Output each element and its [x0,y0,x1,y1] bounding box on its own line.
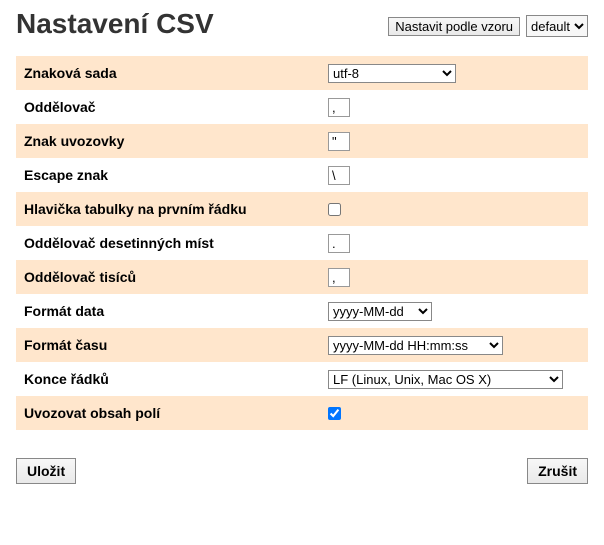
header-controls: Nastavit podle vzoru default [388,15,588,37]
cancel-button[interactable]: Zrušit [527,458,588,484]
save-button[interactable]: Uložit [16,458,76,484]
input-delimiter[interactable] [328,98,350,117]
row-charset: Znaková sada utf-8 [16,56,588,90]
row-line-endings: Konce řádků LF (Linux, Unix, Mac OS X) [16,362,588,396]
label-decimal: Oddělovač desetinných míst [24,235,328,251]
label-charset: Znaková sada [24,65,328,81]
row-delimiter: Oddělovač [16,90,588,124]
page-title: Nastavení CSV [16,8,388,40]
label-quote: Znak uvozovky [24,133,328,149]
template-button[interactable]: Nastavit podle vzoru [388,17,520,36]
label-thousands: Oddělovač tisíců [24,269,328,285]
footer: Uložit Zrušit [16,458,588,484]
row-thousands: Oddělovač tisíců [16,260,588,294]
input-quote[interactable] [328,132,350,151]
label-time-format: Formát času [24,337,328,353]
profile-select[interactable]: default [526,15,588,37]
form-rows: Znaková sada utf-8 Oddělovač Znak uvozov… [16,56,588,430]
select-line-endings[interactable]: LF (Linux, Unix, Mac OS X) [328,370,563,389]
row-quote: Znak uvozovky [16,124,588,158]
label-quote-fields: Uvozovat obsah polí [24,405,328,421]
checkbox-header-first[interactable] [328,203,341,216]
select-date-format[interactable]: yyyy-MM-dd [328,302,432,321]
checkbox-quote-fields[interactable] [328,407,341,420]
row-decimal: Oddělovač desetinných míst [16,226,588,260]
row-date-format: Formát data yyyy-MM-dd [16,294,588,328]
label-date-format: Formát data [24,303,328,319]
select-time-format[interactable]: yyyy-MM-dd HH:mm:ss [328,336,503,355]
row-escape: Escape znak [16,158,588,192]
input-escape[interactable] [328,166,350,185]
label-header-first: Hlavička tabulky na prvním řádku [24,201,328,217]
label-escape: Escape znak [24,167,328,183]
label-delimiter: Oddělovač [24,99,328,115]
row-quote-fields: Uvozovat obsah polí [16,396,588,430]
select-charset[interactable]: utf-8 [328,64,456,83]
label-line-endings: Konce řádků [24,371,328,387]
header: Nastavení CSV Nastavit podle vzoru defau… [16,8,588,40]
row-time-format: Formát času yyyy-MM-dd HH:mm:ss [16,328,588,362]
row-header-first: Hlavička tabulky na prvním řádku [16,192,588,226]
input-decimal[interactable] [328,234,350,253]
input-thousands[interactable] [328,268,350,287]
